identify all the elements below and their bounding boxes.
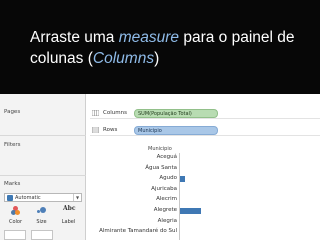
workspace: Pages Filters Marks Automatic ▼ Color Si… bbox=[0, 94, 320, 240]
divider bbox=[0, 135, 86, 136]
row-field-header: Municipio bbox=[148, 146, 172, 152]
columns-shelf-label: Columns bbox=[103, 110, 127, 116]
color-icon bbox=[11, 206, 20, 215]
chevron-down-icon: ▼ bbox=[73, 194, 81, 201]
label-button[interactable]: Abc Label bbox=[57, 205, 80, 225]
size-button-label: Size bbox=[36, 219, 47, 225]
rows-shelf-label: Rows bbox=[103, 127, 118, 133]
automatic-mark-icon bbox=[7, 195, 13, 201]
divider bbox=[0, 175, 86, 176]
row-label: Alegrete bbox=[153, 207, 177, 213]
bar bbox=[180, 207, 201, 214]
row-label: Agudo bbox=[159, 175, 177, 182]
instruction-banner: Arraste uma measure para o painel de col… bbox=[0, 0, 320, 94]
bar-chart: Municipio Aceguá Água Santa Agudo Ajuricaba… bbox=[90, 146, 320, 240]
filters-card-title: Filters bbox=[4, 142, 21, 148]
bar bbox=[180, 175, 185, 182]
instruction-text-part: colunas ( bbox=[30, 50, 93, 67]
mark-type-dropdown[interactable]: Automatic ▼ bbox=[4, 193, 82, 202]
columns-shelf[interactable]: Columns SUM(População Total) bbox=[90, 108, 320, 119]
rows-shelf[interactable]: Rows Municipio bbox=[90, 125, 320, 136]
rows-icon bbox=[92, 127, 99, 133]
axis-line bbox=[179, 153, 180, 240]
columns-icon bbox=[92, 110, 99, 116]
instruction-highlight-measure: measure bbox=[118, 29, 180, 46]
label-button-label: Label bbox=[61, 219, 76, 225]
row-label: Alecrim bbox=[156, 196, 177, 203]
instruction-text-part: para o painel de bbox=[179, 29, 295, 46]
instruction-text-part: Arraste uma bbox=[30, 29, 119, 46]
color-button[interactable]: Color bbox=[4, 205, 27, 225]
measure-pill[interactable]: SUM(População Total) bbox=[134, 109, 218, 118]
marks-card-title: Marks bbox=[4, 181, 21, 187]
instruction-highlight-columns: Columns bbox=[92, 50, 155, 67]
row-label: Aceguá bbox=[156, 154, 177, 160]
color-button-label: Color bbox=[8, 219, 23, 225]
instruction-text: Arraste uma measure para o painel de col… bbox=[30, 27, 310, 69]
instruction-text-part: ) bbox=[154, 50, 160, 67]
size-button[interactable]: Size bbox=[30, 205, 53, 225]
size-icon bbox=[37, 206, 47, 215]
row-label: Alegria bbox=[157, 217, 177, 224]
row-label: Água Santa bbox=[145, 164, 177, 171]
detail-button[interactable] bbox=[4, 230, 26, 240]
pages-card-title: Pages bbox=[4, 109, 21, 115]
dimension-pill[interactable]: Municipio bbox=[134, 126, 218, 135]
tooltip-button[interactable] bbox=[31, 230, 53, 240]
mark-type-value: Automatic bbox=[15, 195, 41, 201]
side-panel: Pages Filters Marks Automatic ▼ Color Si… bbox=[0, 94, 86, 240]
label-icon: Abc bbox=[63, 205, 76, 212]
row-label: Almirante Tamandaré do Sul bbox=[99, 228, 177, 235]
row-label: Ajuricaba bbox=[151, 185, 177, 192]
